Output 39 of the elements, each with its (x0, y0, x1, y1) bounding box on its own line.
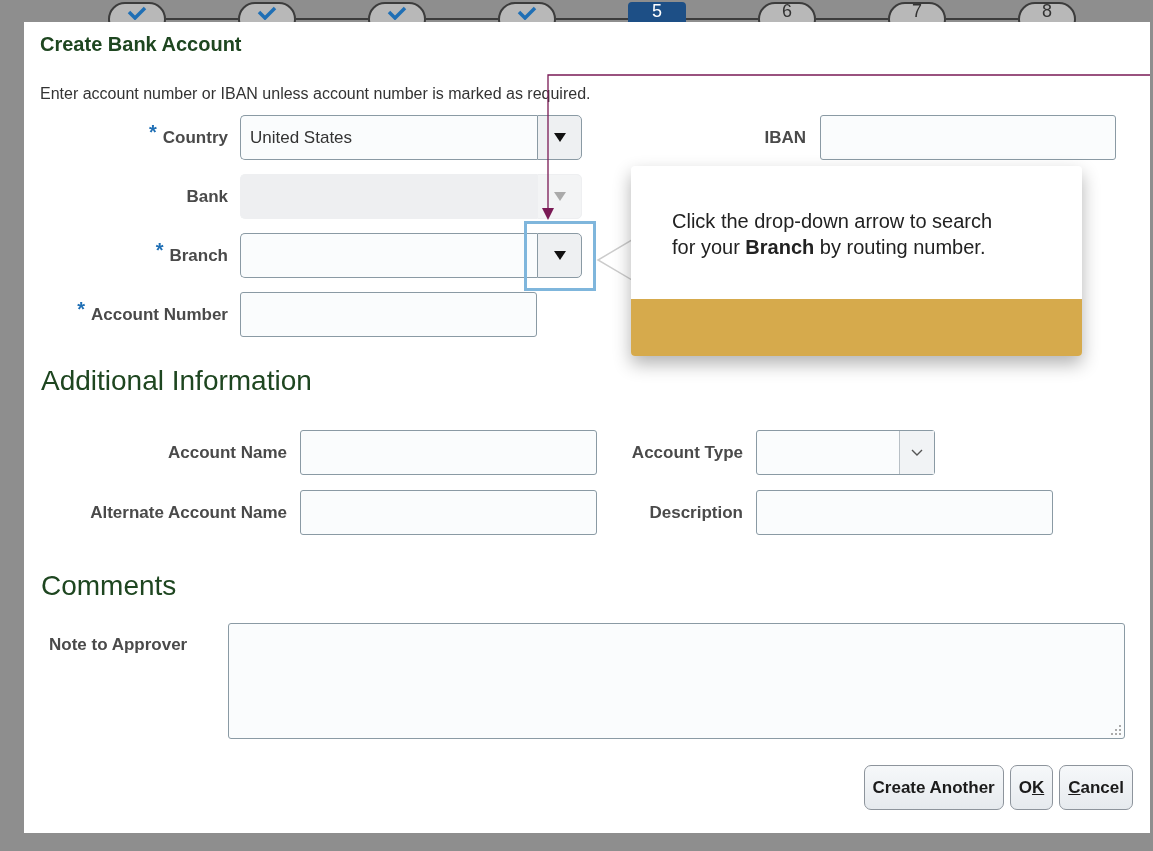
input-field[interactable] (300, 430, 597, 475)
resize-grip-icon (1111, 725, 1121, 735)
tooltip-text: Click the drop-down arrow to search for your Branch by routing number. (671, 209, 994, 260)
select-field[interactable]: United States (240, 115, 537, 160)
field-label: Country (162, 127, 228, 148)
step-indicator[interactable]: 8 (1018, 2, 1076, 22)
highlight-frame (524, 221, 596, 291)
dialog-title: Create Bank Account (40, 32, 243, 56)
step-indicator[interactable]: 7 (888, 2, 946, 22)
input-field[interactable] (820, 115, 1116, 160)
step-indicator[interactable]: 5 (628, 2, 686, 22)
dropdown-button[interactable] (537, 115, 582, 160)
required-marker: * (77, 298, 86, 321)
required-marker: * (149, 121, 157, 144)
field-label: IBAN (764, 127, 806, 148)
caret-icon (553, 133, 566, 142)
input-field[interactable] (240, 292, 537, 337)
field-label: Description (649, 502, 743, 523)
required-marker: * (155, 239, 164, 262)
field-label: Note to Approver (48, 634, 189, 656)
select-field[interactable] (756, 430, 935, 475)
input-field[interactable] (756, 490, 1053, 535)
section-heading: Comments (40, 570, 178, 602)
dialog-button[interactable]: OK (1009, 765, 1054, 810)
field-label: Account Name (167, 442, 287, 463)
dialog-button[interactable]: Create Another (863, 765, 1004, 810)
field-label: Account Type (631, 442, 743, 463)
field-label: Account Number (91, 304, 228, 325)
input-field[interactable] (300, 490, 597, 535)
dialog-button[interactable]: Cancel (1059, 765, 1133, 810)
dropdown-button[interactable] (537, 233, 582, 278)
field-label: Bank (186, 186, 228, 207)
chevron-icon (911, 448, 923, 457)
section-heading: Additional Information (40, 365, 313, 397)
caret-icon (553, 251, 566, 260)
field-label: Branch (169, 245, 228, 266)
select-field[interactable] (240, 233, 537, 278)
field-label: Alternate Account Name (90, 502, 287, 523)
step-indicator[interactable]: 6 (758, 2, 816, 22)
